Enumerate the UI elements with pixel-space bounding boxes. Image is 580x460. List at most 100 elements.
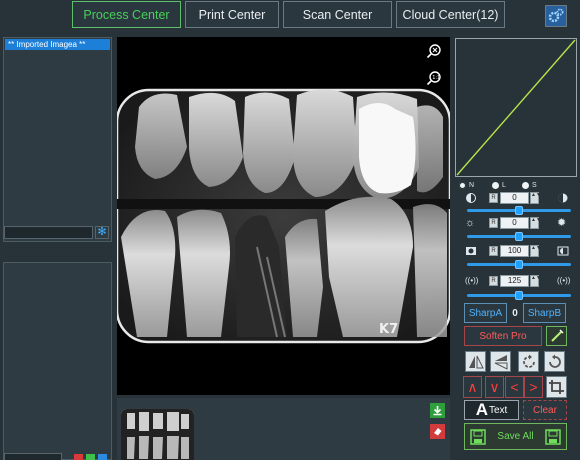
- sharp-a-button[interactable]: SharpA: [464, 303, 507, 323]
- spin-button[interactable]: ▲▼: [530, 275, 541, 287]
- tab-print-center[interactable]: Print Center: [185, 1, 279, 28]
- list-name-input[interactable]: [4, 226, 93, 239]
- contrast-high-icon: [557, 192, 569, 204]
- xray-image[interactable]: K7: [117, 87, 450, 345]
- rotate-left-button[interactable]: [544, 351, 565, 372]
- tab-scan-center[interactable]: Scan Center: [283, 1, 392, 28]
- sun-high-icon: ✹: [557, 217, 567, 229]
- erase-button[interactable]: [430, 424, 445, 439]
- download-button[interactable]: [430, 403, 445, 418]
- mode-label-n: N: [469, 181, 475, 189]
- spin-button[interactable]: ▲▼: [530, 217, 541, 229]
- slider-knob[interactable]: [515, 206, 523, 215]
- flip-horizontal-icon: [468, 355, 484, 368]
- slider-knob[interactable]: [515, 291, 523, 300]
- sharp-a-label: SharpA: [468, 307, 503, 319]
- tab-process-center[interactable]: Process Center: [72, 1, 181, 28]
- rotate-right-button[interactable]: [518, 351, 539, 372]
- contrast-control: R 0 ▲▼: [465, 192, 570, 204]
- gamma-slider[interactable]: [467, 260, 571, 269]
- blue-gear-icon[interactable]: [98, 454, 107, 460]
- settings-button[interactable]: [545, 5, 567, 27]
- reset-button[interactable]: R: [489, 193, 498, 203]
- crop-icon: [549, 379, 564, 394]
- rotate-left-icon: [548, 354, 561, 368]
- text-tool-label: Text: [488, 404, 508, 416]
- sun-low-icon: ☼: [465, 217, 476, 229]
- brightness-slider[interactable]: [467, 232, 571, 241]
- gamma-high-icon: [557, 245, 569, 257]
- move-left-button[interactable]: <: [505, 376, 524, 398]
- tab-label: Cloud Center(12): [402, 7, 499, 22]
- spin-button[interactable]: ▲▼: [530, 192, 541, 204]
- green-marker-icon[interactable]: [86, 454, 95, 460]
- spin-button[interactable]: ▲▼: [530, 245, 541, 257]
- radio-n[interactable]: [459, 181, 466, 189]
- xray-watermark: K7: [379, 322, 398, 337]
- tab-label: Process Center: [83, 7, 170, 22]
- flip-vertical-icon: [494, 354, 507, 370]
- gamma-value[interactable]: 100: [500, 245, 529, 257]
- clear-button[interactable]: Clear: [523, 400, 567, 420]
- sharp-b-button[interactable]: SharpB: [523, 303, 566, 323]
- brightness-control: ☼ R 0 ▲▼ ✹: [465, 217, 570, 229]
- reset-button[interactable]: R: [489, 276, 498, 286]
- sharpness-value[interactable]: 125: [500, 275, 529, 287]
- list-item[interactable]: ** Imported Imagea **: [5, 39, 110, 50]
- radio-s[interactable]: [522, 181, 529, 189]
- list-settings-button[interactable]: ✻: [95, 226, 109, 239]
- sharpness-slider[interactable]: [467, 291, 571, 300]
- reset-button[interactable]: R: [489, 246, 498, 256]
- move-down-button[interactable]: ∨: [485, 376, 504, 398]
- thumbnail[interactable]: [121, 409, 194, 460]
- sharpness-control: ((•)) R 125 ▲▼ ((•)): [465, 275, 570, 287]
- save-all-button[interactable]: Save All: [464, 423, 567, 450]
- rotate-right-icon: [522, 354, 535, 368]
- save-icon: [470, 429, 486, 445]
- brightness-value[interactable]: 0: [500, 217, 529, 229]
- tab-cloud-center[interactable]: Cloud Center(12): [396, 1, 505, 28]
- flip-vertical-button[interactable]: [490, 351, 511, 372]
- contrast-low-icon: [465, 192, 477, 204]
- magic-wand-button[interactable]: [546, 326, 567, 346]
- slider-knob[interactable]: [515, 232, 523, 241]
- mode-n[interactable]: N: [459, 180, 474, 190]
- tab-label: Print Center: [198, 7, 266, 22]
- radio-l[interactable]: [492, 181, 499, 189]
- move-up-button[interactable]: ∧: [463, 376, 482, 398]
- flip-horizontal-button[interactable]: [465, 351, 486, 372]
- soften-pro-button[interactable]: Soften Pro: [464, 326, 542, 346]
- crop-button[interactable]: [546, 376, 567, 398]
- mode-l[interactable]: L: [492, 180, 506, 190]
- sharpness-low-icon: ((•)): [465, 276, 479, 285]
- gamma-control: R 100 ▲▼: [465, 245, 570, 257]
- move-right-button[interactable]: >: [524, 376, 543, 398]
- mode-label-s: S: [532, 181, 537, 189]
- gear-icon: [548, 8, 564, 23]
- wand-icon: [550, 329, 564, 342]
- patient-field[interactable]: [4, 453, 62, 460]
- mode-label-l: L: [502, 181, 506, 189]
- red-marker-icon[interactable]: [74, 454, 83, 460]
- zoom-actual-icon[interactable]: 1:1: [425, 69, 442, 86]
- soften-label: Soften Pro: [479, 330, 527, 342]
- sharpness-high-icon: ((•)): [557, 276, 571, 285]
- contrast-slider[interactable]: [467, 206, 571, 215]
- gamma-low-icon: [465, 245, 477, 257]
- zoom-fit-icon[interactable]: [425, 42, 442, 59]
- clear-label: Clear: [533, 404, 557, 416]
- contrast-value[interactable]: 0: [500, 192, 529, 204]
- slider-knob[interactable]: [515, 260, 523, 269]
- mode-s[interactable]: S: [522, 180, 537, 190]
- tone-curve[interactable]: [455, 38, 577, 177]
- image-list-panel[interactable]: ** Imported Imagea **: [3, 37, 112, 242]
- svg-text:1:1: 1:1: [432, 75, 440, 81]
- reset-button[interactable]: R: [489, 218, 498, 228]
- gear-icon: ✻: [97, 226, 107, 238]
- text-tool-button[interactable]: A Text: [464, 400, 519, 420]
- save-icon: [545, 429, 561, 445]
- eraser-icon: [434, 428, 442, 436]
- sharp-b-label: SharpB: [527, 307, 562, 319]
- download-icon: [433, 406, 442, 416]
- sharp-value: 0: [512, 308, 518, 319]
